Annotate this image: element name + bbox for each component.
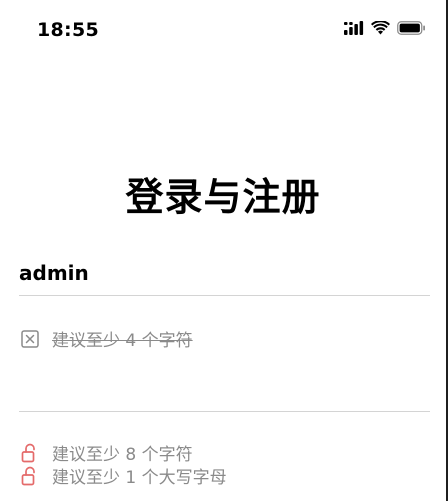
status-time: 18:55	[37, 19, 99, 41]
cellular-signal-icon	[344, 21, 364, 35]
page-title: 登录与注册	[125, 175, 321, 219]
password-hint-length: 建议至少 8 个字符	[20, 440, 193, 465]
wifi-icon	[371, 21, 390, 35]
username-divider	[19, 295, 430, 296]
password-divider	[19, 411, 430, 412]
unlock-icon	[20, 443, 40, 463]
username-field[interactable]	[19, 258, 429, 288]
username-hint: 建议至少 4 个字符	[20, 326, 193, 351]
status-bar: 18:55	[0, 0, 446, 62]
status-icons	[344, 21, 426, 35]
unlock-icon	[20, 466, 40, 486]
password-hint-uppercase: 建议至少 1 个大写字母	[20, 463, 227, 488]
battery-icon	[397, 21, 426, 35]
password-hint-text: 建议至少 8 个字符	[52, 445, 193, 465]
password-field[interactable]	[19, 370, 429, 400]
password-hint-text: 建议至少 1 个大写字母	[52, 468, 227, 488]
checkbox-x-icon	[20, 329, 40, 349]
username-hint-text: 建议至少 4 个字符	[52, 331, 193, 351]
